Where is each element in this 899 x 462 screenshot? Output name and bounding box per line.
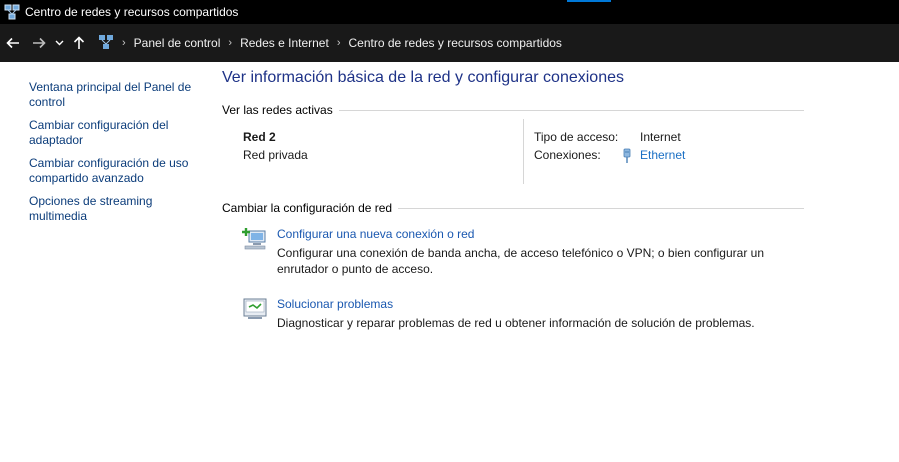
task-troubleshoot: Solucionar problemas Diagnosticar y repa… — [222, 296, 804, 358]
address-bar: › Panel de control › Redes e Internet › … — [0, 24, 899, 62]
section-divider — [338, 109, 804, 111]
sidebar-item-panel-principal[interactable]: Ventana principal del Panel de control — [29, 80, 209, 110]
forward-icon[interactable] — [26, 24, 52, 62]
troubleshoot-description: Diagnosticar y reparar problemas de red … — [277, 316, 755, 330]
window-accent-strip — [567, 0, 611, 2]
breadcrumb-panel-de-control[interactable]: Panel de control — [134, 36, 221, 50]
connections-label: Conexiones: — [534, 148, 601, 162]
back-icon[interactable] — [0, 24, 26, 62]
breadcrumb-centro-de-redes[interactable]: Centro de redes y recursos compartidos — [348, 36, 561, 50]
network-center-icon — [4, 4, 20, 20]
new-connection-icon — [241, 226, 269, 252]
network-name: Red 2 — [243, 130, 276, 144]
sidebar-item-streaming[interactable]: Opciones de streaming multimedia — [29, 194, 209, 224]
new-connection-description: Configurar una conexión de banda ancha, … — [277, 246, 764, 276]
ethernet-link[interactable]: Ethernet — [640, 148, 685, 162]
sidebar-item-uso-compartido[interactable]: Cambiar configuración de uso compartido … — [29, 156, 209, 186]
active-networks-heading: Ver las redes activas — [222, 102, 804, 118]
sidebar-item-adaptador[interactable]: Cambiar configuración del adaptador — [29, 118, 209, 148]
page-title: Ver información básica de la red y confi… — [222, 69, 624, 86]
window-title: Centro de redes y recursos compartidos — [25, 5, 239, 19]
sidebar: Ventana principal del Panel de control C… — [29, 80, 209, 232]
new-connection-link[interactable]: Configurar una nueva conexión o red — [277, 226, 474, 242]
active-network-panel: Red 2 Red privada Tipo de acceso: Intern… — [222, 119, 804, 189]
active-networks-heading-text: Ver las redes activas — [222, 103, 333, 117]
troubleshoot-icon — [241, 296, 269, 322]
access-type-value: Internet — [640, 130, 681, 144]
chevron-down-icon[interactable] — [52, 24, 66, 62]
up-icon[interactable] — [66, 24, 92, 62]
network-type: Red privada — [243, 148, 308, 162]
title-bar: Centro de redes y recursos compartidos — [0, 0, 899, 24]
access-type-label: Tipo de acceso: — [534, 130, 619, 144]
troubleshoot-link[interactable]: Solucionar problemas — [277, 296, 393, 312]
breadcrumb: › Panel de control › Redes e Internet › … — [98, 34, 562, 53]
breadcrumb-redes-e-internet[interactable]: Redes e Internet — [240, 36, 329, 50]
section-divider — [398, 207, 804, 209]
vertical-divider — [523, 119, 524, 184]
ethernet-icon — [621, 148, 633, 164]
breadcrumb-separator-icon: › — [336, 37, 341, 49]
task-new-connection: Configurar una nueva conexión o red Conf… — [222, 226, 804, 288]
main-content: Ver información básica de la red y confi… — [222, 66, 804, 358]
change-settings-heading-text: Cambiar la configuración de red — [222, 201, 393, 215]
change-settings-heading: Cambiar la configuración de red — [222, 200, 804, 216]
breadcrumb-separator-icon: › — [122, 37, 126, 49]
location-icon — [98, 34, 114, 53]
breadcrumb-separator-icon: › — [228, 37, 233, 49]
